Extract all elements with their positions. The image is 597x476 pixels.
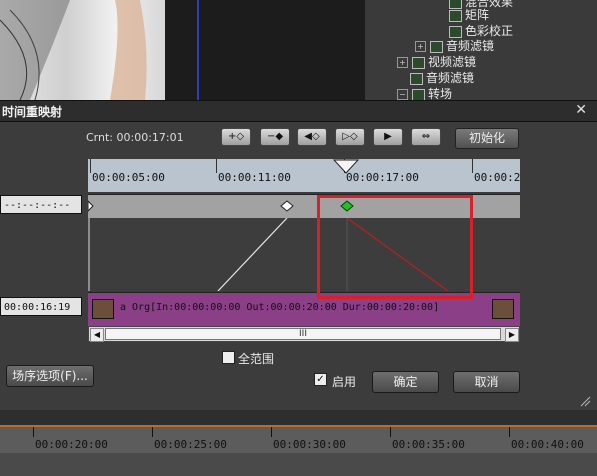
tree-item-audio-filter-1[interactable]: + 音频滤镜 <box>415 38 494 54</box>
ruler-tick <box>33 427 34 437</box>
ruler-tick <box>152 427 153 437</box>
cancel-button[interactable]: 取消 <box>453 371 520 393</box>
timeline-scrollbar[interactable]: ◀ III ▶ <box>88 326 520 342</box>
clip-thumbnail-start <box>92 299 114 319</box>
ruler-tick <box>472 159 473 173</box>
enable-checkbox[interactable]: ✓ <box>314 373 327 386</box>
add-keyframe-button[interactable]: +◇ <box>221 128 251 146</box>
scroll-left-button[interactable]: ◀ <box>90 328 104 342</box>
preview-marker-line <box>197 0 199 100</box>
folder-icon <box>410 72 423 85</box>
main-timeline-ruler[interactable]: 00:00:20:00 00:00:25:00 00:00:30:00 00:0… <box>0 425 597 455</box>
folder-icon <box>412 56 425 69</box>
clip-thumbnail-end <box>492 299 514 319</box>
clip-time-field[interactable]: 00:00:16:19 <box>0 297 82 316</box>
current-time-label: Crnt: 00:00:17:01 <box>86 131 184 144</box>
preview-image <box>0 0 147 101</box>
expand-icon[interactable]: + <box>397 57 408 68</box>
scroll-right-button[interactable]: ▶ <box>505 328 519 342</box>
tree-item-audio-filter-2[interactable]: 音频滤镜 <box>410 70 474 86</box>
initialize-button[interactable]: 初始化 <box>455 128 519 149</box>
tree-item-matrix[interactable]: 矩阵 <box>449 7 489 23</box>
ruler-label: 00:00:05:00 <box>92 171 165 184</box>
folder-icon <box>430 40 443 53</box>
filter-icon <box>449 9 462 22</box>
play-button[interactable]: ▶ <box>373 128 403 146</box>
scroll-thumb[interactable]: III <box>105 328 501 340</box>
full-range-label: 全范围 <box>238 352 275 366</box>
main-timeline-header <box>0 410 597 425</box>
full-range-checkbox[interactable] <box>222 351 235 364</box>
main-timeline-track <box>0 453 597 476</box>
loop-button[interactable]: ⇔ <box>411 128 441 146</box>
ruler-tick <box>90 159 91 173</box>
clip-info: a Org[In:00:00:00:00 Out:00:00:20:00 Dur… <box>120 302 440 313</box>
close-button[interactable]: ✕ <box>575 102 587 118</box>
effects-tree-panel: 混合效果 矩阵 色彩校正 + 音频滤镜 + 视频滤镜 音频滤镜 − 转场 <box>365 0 597 101</box>
ruler-label: 00:00:2 <box>474 171 521 184</box>
time-remap-dialog: 时间重映射 ✕ Crnt: 00:00:17:01 +◇ −◆ ◀◇ ▷◇ ▶ … <box>0 100 597 411</box>
resize-grip-icon[interactable] <box>579 395 591 407</box>
ok-button[interactable]: 确定 <box>372 371 439 393</box>
next-keyframe-button[interactable]: ▷◇ <box>335 128 365 146</box>
ruler-label: 00:00:20:00 <box>35 438 108 451</box>
keyframe-time-field[interactable]: --:--:--:-- <box>0 195 82 214</box>
ruler-tick <box>509 427 510 437</box>
dialog-titlebar: 时间重映射 ✕ <box>0 101 597 122</box>
preview-dark-area <box>165 0 365 100</box>
dialog-title: 时间重映射 <box>2 105 63 119</box>
expand-icon[interactable]: − <box>397 89 408 100</box>
playhead-marker[interactable] <box>333 159 359 175</box>
ruler-label: 00:00:30:00 <box>273 438 346 451</box>
time-ruler[interactable]: 00:00:05:00 00:00:11:00 00:00:17:00 00:0… <box>88 159 520 192</box>
ruler-label: 00:00:40:00 <box>511 438 584 451</box>
filter-icon <box>449 25 462 38</box>
prev-keyframe-button[interactable]: ◀◇ <box>297 128 327 146</box>
scene-options-button[interactable]: 场序选项(F)... <box>6 365 94 387</box>
ruler-label: 00:00:11:00 <box>218 171 291 184</box>
ruler-label: 00:00:35:00 <box>392 438 465 451</box>
video-preview <box>0 0 165 101</box>
ruler-tick <box>271 427 272 437</box>
keyframe-white[interactable] <box>280 200 294 212</box>
expand-icon[interactable]: + <box>415 41 426 52</box>
ruler-tick <box>390 427 391 437</box>
keyframe-start[interactable] <box>87 199 94 213</box>
ruler-tick <box>216 159 217 173</box>
folder-icon <box>412 88 425 101</box>
tree-item-video-filter[interactable]: + 视频滤镜 <box>397 54 476 70</box>
highlight-box <box>317 195 473 299</box>
ruler-label: 00:00:25:00 <box>154 438 227 451</box>
tree-item-color-correction[interactable]: 色彩校正 <box>449 23 513 39</box>
delete-keyframe-button[interactable]: −◆ <box>260 128 290 146</box>
enable-label: 启用 <box>332 375 357 389</box>
